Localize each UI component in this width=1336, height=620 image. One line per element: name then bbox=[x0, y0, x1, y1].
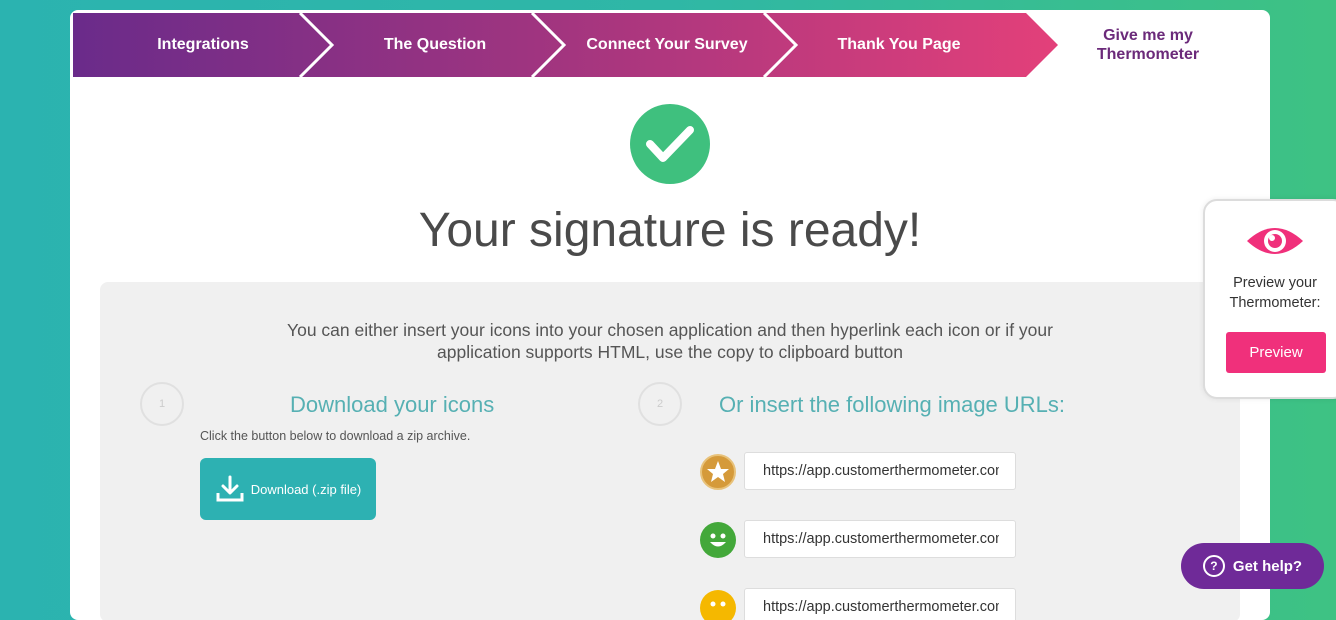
question-icon: ? bbox=[1202, 555, 1225, 577]
step-number-2: 2 bbox=[638, 382, 682, 426]
green-smile-icon bbox=[700, 522, 736, 558]
image-url-input-1[interactable] bbox=[744, 452, 1016, 490]
download-section-title: Download your icons bbox=[290, 392, 495, 417]
success-check-icon bbox=[630, 104, 710, 184]
step-integrations[interactable]: Integrations bbox=[103, 13, 303, 77]
page-title: Your signature is ready! bbox=[418, 204, 922, 257]
step-connect-survey[interactable]: Connect Your Survey bbox=[567, 13, 767, 77]
step-navigation: Integrations The Question Connect Your S… bbox=[73, 13, 1267, 77]
preview-button[interactable]: Preview bbox=[1226, 332, 1326, 373]
eye-icon bbox=[1247, 228, 1303, 254]
wizard-card: Integrations The Question Connect Your S… bbox=[70, 10, 1270, 620]
url-section-title: Or insert the following image URLs: bbox=[719, 392, 1066, 417]
step-give-thermometer[interactable]: Give me my Thermometer bbox=[1078, 13, 1218, 77]
preview-widget: Preview your Thermometer: Preview bbox=[1203, 199, 1336, 399]
download-zip-button[interactable]: Download (.zip file) bbox=[200, 458, 376, 520]
image-url-input-2[interactable] bbox=[744, 520, 1016, 558]
preview-label: Preview your Thermometer: bbox=[1229, 275, 1321, 311]
image-url-input-3[interactable] bbox=[744, 588, 1016, 620]
step-the-question[interactable]: The Question bbox=[335, 13, 535, 77]
download-description: Click the button below to download a zip… bbox=[200, 429, 471, 443]
download-icon bbox=[216, 475, 244, 502]
yellow-face-icon bbox=[700, 590, 736, 620]
instructions-panel: You can either insert your icons into yo… bbox=[100, 282, 1240, 620]
get-help-label: Get help? bbox=[1232, 557, 1303, 575]
step-number-1: 1 bbox=[140, 382, 184, 426]
download-button-label: Download (.zip file) bbox=[250, 481, 362, 497]
get-help-button[interactable]: ? Get help? bbox=[1181, 543, 1324, 589]
step-thank-you-page[interactable]: Thank You Page bbox=[799, 13, 999, 77]
gold-star-icon bbox=[700, 454, 736, 490]
intro-text: You can either insert your icons into yo… bbox=[287, 320, 1053, 362]
